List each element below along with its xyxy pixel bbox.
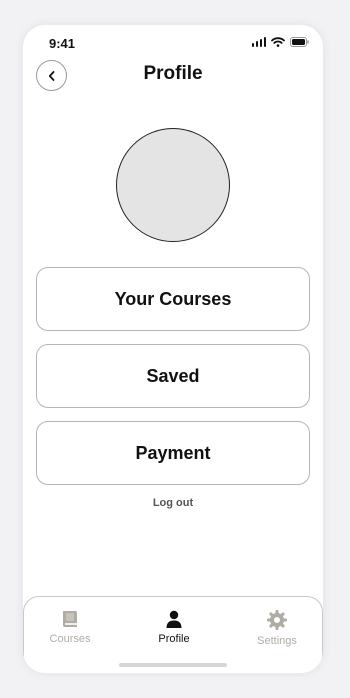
battery-icon [290,37,309,47]
phone-screen: 9:41 Profile Your Courses Saved Payment … [23,25,323,673]
home-indicator [119,663,227,667]
tab-settings-label: Settings [257,635,297,647]
status-time: 9:41 [49,36,76,51]
status-icons [251,37,310,47]
tab-profile[interactable]: Profile [134,609,214,649]
page-title: Profile [143,63,203,84]
tab-settings[interactable]: Settings [237,609,317,649]
your-courses-label: Your Courses [114,288,232,309]
logout-link[interactable]: Log out [23,497,323,509]
book-icon [63,611,77,627]
saved-button[interactable]: Saved [36,344,310,408]
status-bar: 9:41 [23,25,323,59]
tab-bar: Courses Profile Settings [23,596,323,673]
wifi-icon [271,37,285,47]
signal-icon [251,37,266,47]
saved-label: Saved [146,365,200,386]
payment-label: Payment [135,442,211,463]
tab-courses-label: Courses [49,633,91,645]
tab-courses[interactable]: Courses [30,609,110,649]
avatar[interactable] [116,128,230,242]
person-icon [166,610,182,628]
payment-button[interactable]: Payment [36,421,310,485]
gear-icon [267,610,287,630]
tab-profile-label: Profile [158,633,190,645]
your-courses-button[interactable]: Your Courses [36,267,310,331]
